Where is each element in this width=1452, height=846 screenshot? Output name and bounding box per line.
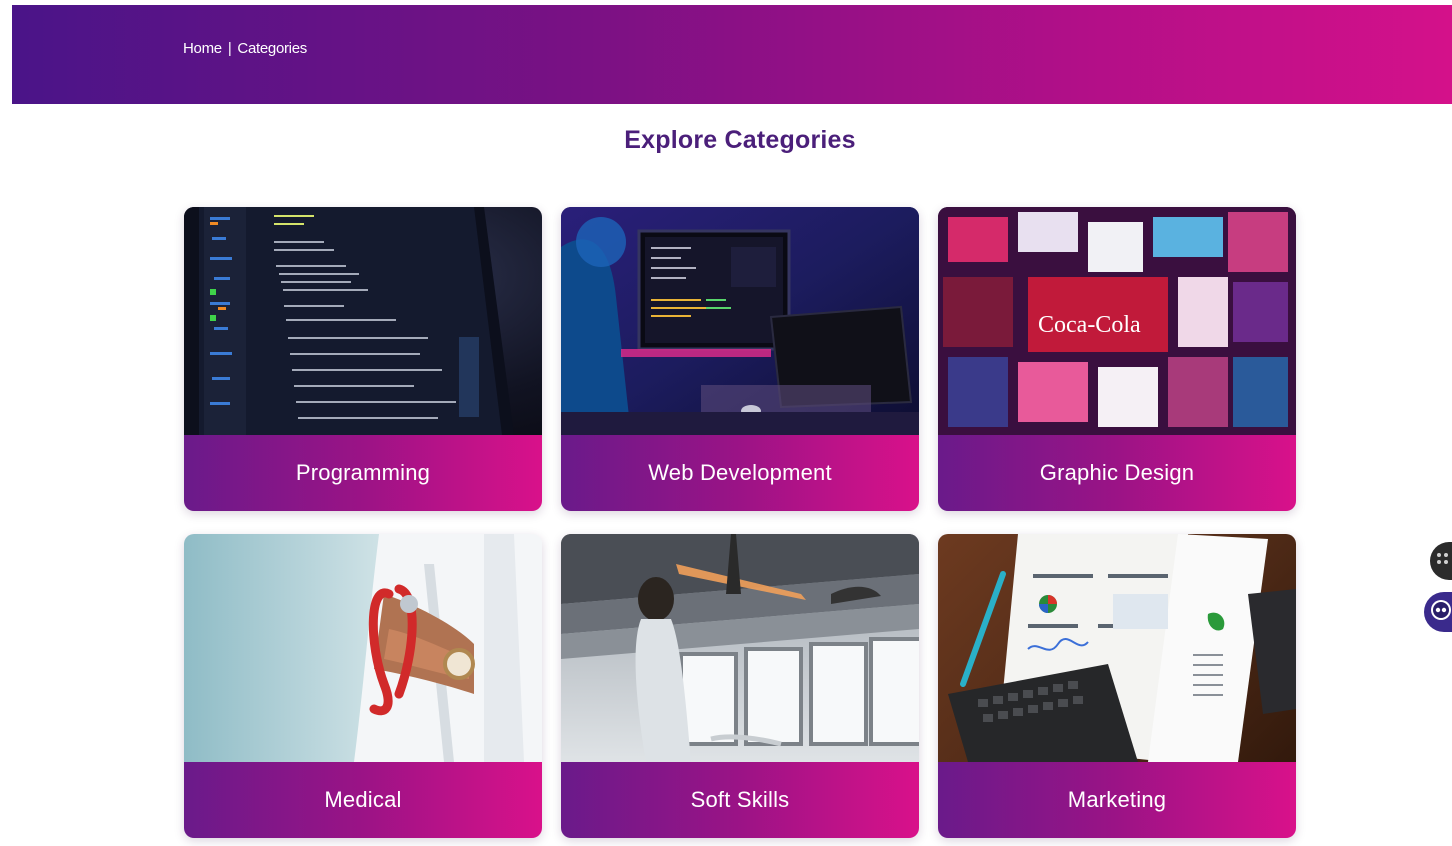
programming-label-bar: Programming bbox=[184, 435, 542, 511]
programming-image bbox=[184, 207, 542, 435]
category-label: Programming bbox=[295, 460, 431, 485]
chat-bot-icon bbox=[1430, 599, 1452, 626]
category-card-medical[interactable]: Medical bbox=[184, 534, 542, 838]
category-label: Medical bbox=[324, 787, 402, 812]
soft-skills-image bbox=[561, 534, 919, 762]
soft-skills-label-bar: Soft Skills bbox=[561, 762, 919, 838]
svg-text:Coca-Cola: Coca-Cola bbox=[1038, 312, 1141, 338]
category-label: Marketing bbox=[1067, 787, 1167, 812]
marketing-image bbox=[938, 534, 1296, 762]
breadcrumb-separator: | bbox=[227, 40, 232, 57]
graphic-design-label-bar: Graphic Design bbox=[938, 435, 1296, 511]
category-card-web-development[interactable]: Web Development bbox=[561, 207, 919, 511]
side-widget-chat-button[interactable] bbox=[1424, 592, 1452, 632]
page: Home | Categories Explore Categories Pro… bbox=[0, 0, 1452, 846]
category-card-marketing[interactable]: Marketing bbox=[938, 534, 1296, 838]
breadcrumb-home-link[interactable]: Home bbox=[183, 40, 222, 57]
graphic-design-image: Coca-Cola bbox=[938, 207, 1296, 435]
category-label: Web Development bbox=[648, 460, 832, 485]
web-development-image bbox=[561, 207, 919, 435]
breadcrumb-current-link[interactable]: Categories bbox=[237, 40, 307, 57]
category-label: Graphic Design bbox=[1039, 460, 1195, 485]
marketing-label-bar: Marketing bbox=[938, 762, 1296, 838]
grid-dots-icon bbox=[1436, 552, 1450, 571]
medical-image bbox=[184, 534, 542, 762]
medical-label-bar: Medical bbox=[184, 762, 542, 838]
category-card-graphic-design[interactable]: Coca-Cola Graphic Design bbox=[938, 207, 1296, 511]
category-label: Soft Skills bbox=[690, 787, 790, 812]
breadcrumb: Home | Categories bbox=[183, 40, 307, 57]
category-card-soft-skills[interactable]: Soft Skills bbox=[561, 534, 919, 838]
side-widget-grid-button[interactable] bbox=[1430, 542, 1452, 580]
page-title: Explore Categories bbox=[624, 126, 856, 154]
web-development-label-bar: Web Development bbox=[561, 435, 919, 511]
header-banner: Home | Categories bbox=[12, 5, 1452, 104]
category-card-programming[interactable]: Programming bbox=[184, 207, 542, 511]
